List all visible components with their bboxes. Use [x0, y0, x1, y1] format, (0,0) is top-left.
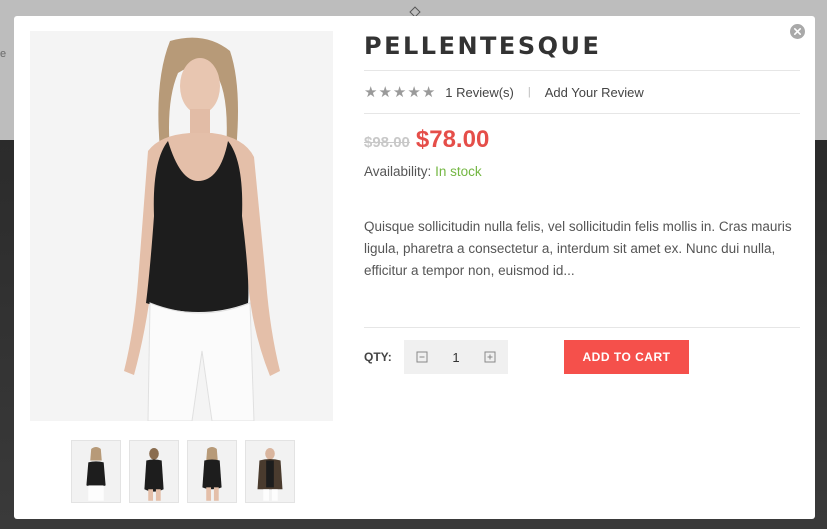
add-to-cart-button[interactable]: ADD TO CART [564, 340, 689, 374]
rating-row: ★ ★ ★ ★ ★ 1 Review(s) | Add Your Review [364, 71, 800, 113]
thumbnail-strip [71, 440, 295, 504]
star-icon: ★ [407, 83, 421, 101]
thumbnail-3[interactable] [187, 440, 237, 503]
thumbnail-image [246, 441, 294, 502]
separator: | [527, 86, 531, 98]
availability: Availability: In stock [364, 164, 800, 179]
minus-icon[interactable] [416, 351, 428, 363]
add-to-cart-row: QTY: ADD TO CART [364, 340, 800, 374]
new-price: $78.00 [415, 126, 490, 153]
thumbnail-1[interactable] [71, 440, 121, 503]
star-icon: ★ [421, 83, 436, 101]
quick-view-modal: PELLENTESQUE ★ ★ ★ ★ ★ 1 Review(s) | Add… [14, 16, 815, 519]
old-price: $98.00 [364, 134, 410, 151]
star-rating: ★ ★ ★ ★ ★ [364, 85, 435, 100]
thumbnail-image [130, 441, 178, 502]
quantity-stepper [404, 340, 508, 374]
thumbnail-image [188, 441, 236, 502]
star-icon: ★ [392, 83, 407, 101]
divider [364, 113, 800, 114]
reviews-link[interactable]: 1 Review(s) [445, 85, 514, 100]
product-title: PELLENTESQUE [364, 32, 602, 60]
plus-icon[interactable] [484, 351, 496, 363]
price-row: $98.00 $78.00 [364, 126, 800, 156]
model-photo [30, 31, 333, 421]
quantity-input[interactable] [441, 349, 471, 365]
product-description: Quisque sollicitudin nulla felis, vel so… [364, 219, 792, 278]
stock-status: In stock [435, 164, 482, 179]
star-icon: ★ [378, 83, 392, 101]
star-icon: ★ [364, 83, 378, 101]
divider [364, 327, 800, 328]
thumbnail-4[interactable] [245, 440, 295, 503]
thumbnail-2[interactable] [129, 440, 179, 503]
thumbnail-image [72, 441, 120, 502]
add-review-link[interactable]: Add Your Review [545, 85, 644, 100]
qty-label: QTY: [364, 350, 392, 364]
availability-label: Availability: [364, 164, 432, 179]
product-main-image [30, 31, 333, 421]
product-info: PELLENTESQUE ★ ★ ★ ★ ★ 1 Review(s) | Add… [364, 30, 800, 374]
